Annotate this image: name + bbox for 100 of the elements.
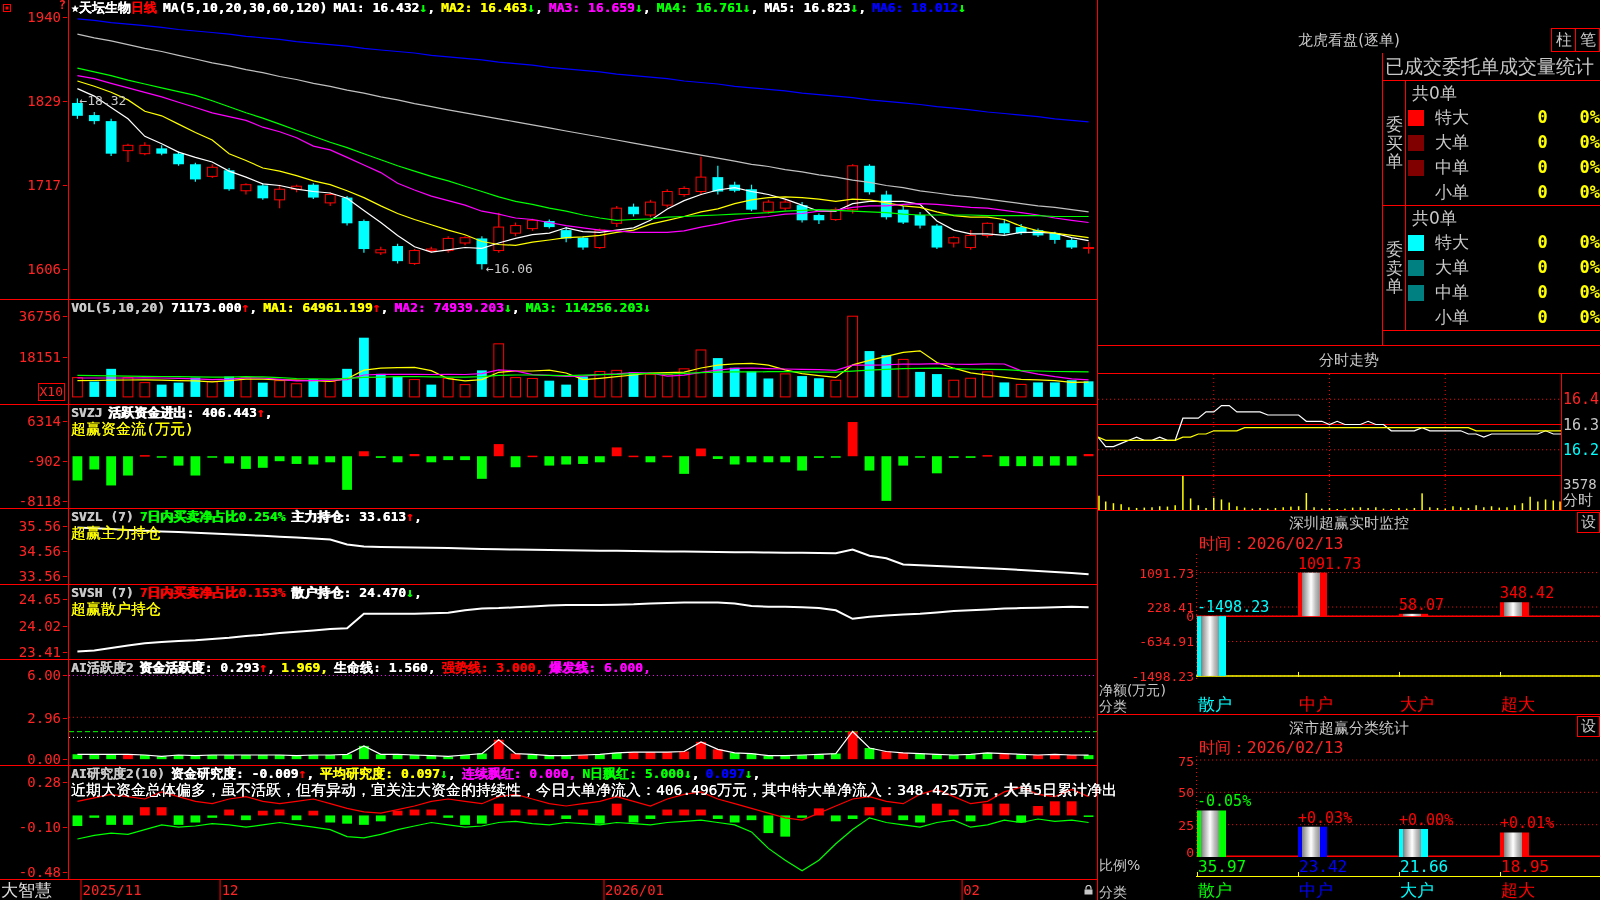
- view-mode-button[interactable]: 笔: [1575, 28, 1600, 52]
- axis-title: 分类: [1099, 884, 1128, 900]
- research-bar: [460, 815, 470, 825]
- legend-text: ,: [427, 0, 435, 16]
- settings-button[interactable]: 设: [1577, 512, 1600, 533]
- order-count: 0: [1536, 131, 1549, 154]
- research-bar: [72, 815, 83, 827]
- flow-bar: [342, 456, 352, 490]
- change-label: +0.00%: [1399, 813, 1454, 828]
- flow-bar: [1050, 456, 1060, 466]
- category-label: 大户: [1399, 694, 1434, 714]
- axis-title: 比例%: [1099, 857, 1142, 873]
- research-bar: [1033, 806, 1043, 816]
- candlestick: [442, 235, 454, 254]
- order-size-label: 中单: [1435, 281, 1470, 304]
- flow-bar: [510, 456, 521, 468]
- flow-bar: [274, 456, 285, 462]
- volume-bar: [561, 384, 572, 397]
- candlestick: [948, 235, 960, 249]
- settings-button[interactable]: 设: [1577, 716, 1600, 737]
- volume-bar: [240, 377, 252, 398]
- activity-bar: [746, 753, 757, 760]
- volume-bar: [308, 379, 319, 397]
- volume-bar: [274, 380, 286, 398]
- axis-label: 16.3: [1563, 417, 1600, 432]
- research-bar: [409, 809, 420, 816]
- legend-text: SVSH (7): [71, 584, 134, 601]
- legend-text: ↑: [372, 300, 381, 316]
- research-bar: [190, 815, 201, 823]
- volume-bar: [864, 351, 875, 397]
- flow-bar: [662, 455, 673, 458]
- legend-text: N日飘红: 5.000: [582, 766, 684, 782]
- category-label: 散户: [1197, 880, 1232, 900]
- legend-text: ↓: [744, 766, 753, 782]
- research-bar: [89, 815, 100, 818]
- legend-text: 1.969,: [280, 660, 328, 676]
- volume-bar: [392, 376, 403, 397]
- axis-label: 0: [1186, 847, 1194, 857]
- group-label: 委买单: [1385, 114, 1403, 172]
- activity-bar: [847, 731, 858, 760]
- legend-text: ↓: [527, 0, 535, 16]
- lock-icon[interactable]: [1084, 885, 1093, 895]
- candlestick: [729, 181, 741, 193]
- activity-bar: [948, 754, 959, 760]
- candlestick: [375, 246, 387, 256]
- activity-bar: [881, 751, 892, 760]
- research-bar: [932, 803, 942, 816]
- activity-bar: [392, 754, 403, 760]
- volume-bar: [594, 370, 606, 398]
- question-mark: ?: [58, 0, 66, 10]
- axis-title: 分类: [1099, 698, 1128, 714]
- legend-text: SVZL (7): [71, 509, 134, 525]
- research-bar: [224, 809, 234, 816]
- activity-bar: [139, 754, 150, 760]
- candlestick: [156, 144, 168, 156]
- view-mode-button[interactable]: 柱: [1551, 28, 1576, 52]
- group-label: 委卖单: [1385, 239, 1403, 297]
- order-size-label: 中单: [1435, 156, 1470, 179]
- research-bar: [679, 809, 689, 816]
- value-label: 21.66: [1399, 857, 1449, 876]
- candlestick: [291, 184, 302, 193]
- flow-bar: [443, 456, 454, 461]
- volume-bar: [611, 369, 623, 398]
- axis-label: 6314: [27, 415, 67, 428]
- legend-text: ↓: [419, 0, 428, 16]
- legend-text: ↑: [256, 405, 265, 421]
- activity-bar: [510, 753, 521, 760]
- legend-text: 活跃资金进出: 406.443: [108, 405, 257, 421]
- legend-text: ,: [249, 300, 258, 316]
- volume-bar: [999, 382, 1010, 397]
- category-bar: [1298, 572, 1327, 617]
- legend-text: ,: [752, 766, 761, 782]
- order-share: 0%: [1579, 306, 1600, 329]
- order-share: 0%: [1579, 256, 1600, 279]
- order-count: 0: [1536, 156, 1549, 179]
- candlestick: [341, 195, 353, 227]
- flow-bar: [696, 448, 706, 457]
- volume-bar: [477, 370, 487, 397]
- research-bar: [527, 809, 538, 816]
- activity-bar: [274, 754, 285, 760]
- volume-bar: [1083, 381, 1094, 397]
- flow-bar: [578, 456, 588, 464]
- legend-text: 散户持仓: 24.470: [291, 584, 407, 601]
- research-bar: [274, 809, 285, 816]
- flow-bar: [561, 456, 572, 465]
- activity-bar: [325, 754, 336, 760]
- flow-bar: [89, 456, 100, 470]
- volume-bar: [324, 381, 336, 398]
- research-bar: [814, 808, 824, 816]
- research-bar: [156, 807, 167, 816]
- order-size-label: 小单: [1435, 181, 1470, 204]
- activity-bar: [291, 755, 302, 760]
- flow-bar: [460, 456, 470, 461]
- research-bar: [729, 815, 740, 823]
- value-label: 58.07: [1399, 597, 1445, 613]
- candlestick: [324, 191, 336, 207]
- volume-bar: [527, 378, 538, 398]
- axis-label: -0.10: [18, 821, 67, 834]
- panel-title: 深圳超赢实时监控: [1289, 513, 1409, 532]
- research-bar: [864, 807, 875, 816]
